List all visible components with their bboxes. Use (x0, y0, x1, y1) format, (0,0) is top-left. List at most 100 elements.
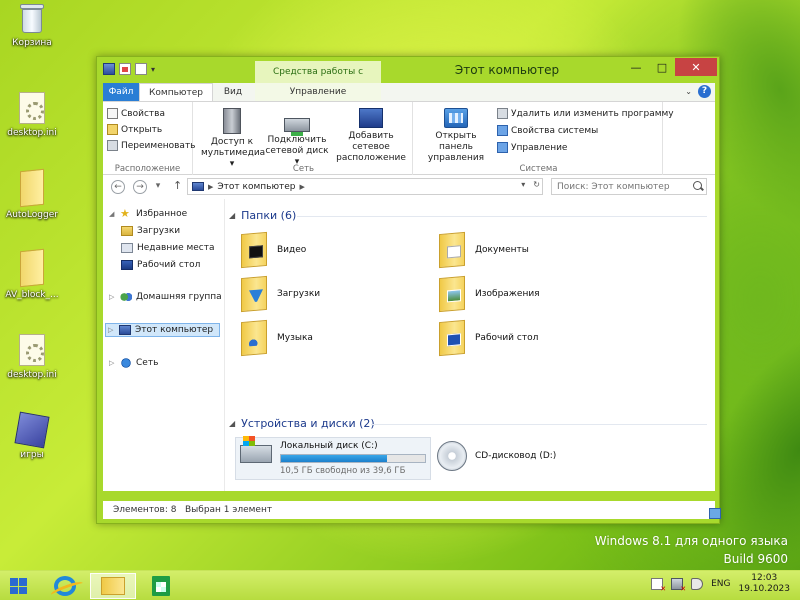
properties-button[interactable]: Свойства (107, 108, 165, 119)
control-panel-label-2: управления (427, 153, 485, 163)
rename-label: Переименовать (121, 140, 196, 151)
search-input[interactable] (551, 178, 707, 195)
network-status-icon[interactable] (671, 578, 686, 593)
clock[interactable]: 12:03 19.10.2023 (738, 573, 790, 595)
expand-chevron-icon[interactable]: ▷ (109, 359, 116, 367)
title-bar[interactable]: ▾ Средства работы с дисками Этот компьют… (97, 57, 719, 99)
minimize-button[interactable]: — (623, 58, 649, 76)
ribbon: Свойства Открыть Переименовать Расположе… (103, 101, 715, 176)
taskbar-store[interactable] (138, 573, 184, 599)
folder-item-pictures[interactable]: Изображения (439, 275, 540, 313)
content-area: ◢ Папки (6) Видео Документы Загрузки Изо… (225, 199, 715, 491)
item-count: Элементов: 8 (113, 505, 177, 515)
desktop-icon-av-block[interactable]: AV_block_... (0, 248, 64, 300)
address-dropdown-chevron-icon[interactable]: ▾ (521, 180, 525, 189)
section-divider (371, 424, 707, 425)
nav-label: Домашняя группа (136, 292, 222, 302)
recent-locations-chevron-icon[interactable]: ▾ (153, 180, 163, 194)
folder-item-video[interactable]: Видео (241, 231, 306, 269)
documents-folder-icon (439, 231, 465, 269)
nav-item-downloads[interactable]: Загрузки (121, 226, 180, 236)
desktop-icon-desktop-ini-2[interactable]: desktop.ini (0, 334, 64, 380)
breadcrumb-separator-icon[interactable]: ▶ (300, 183, 305, 191)
customize-toolbar-chevron-icon[interactable]: ▾ (151, 65, 155, 74)
taskbar-file-explorer[interactable] (90, 573, 136, 599)
desktop-icon-label: AV_block_... (5, 290, 59, 300)
tab-file[interactable]: Файл (103, 83, 139, 101)
expand-chevron-icon[interactable]: ◢ (109, 210, 116, 218)
control-panel-icon (444, 108, 468, 128)
drive-item-d[interactable]: CD-дисковод (D:) (437, 441, 556, 471)
collapse-chevron-icon[interactable]: ◢ (229, 419, 235, 428)
forward-button[interactable]: → (133, 180, 147, 194)
downloads-folder-icon (241, 275, 267, 313)
recycle-bin-icon (19, 4, 45, 34)
windows-drive-icon (240, 436, 272, 463)
search-icon[interactable] (693, 181, 702, 190)
open-button[interactable]: Открыть (107, 124, 162, 135)
breadcrumb-separator-icon[interactable]: ▶ (208, 183, 213, 191)
folder-item-downloads[interactable]: Загрузки (241, 275, 320, 313)
nav-label: Сеть (136, 358, 159, 368)
devices-section-header[interactable]: ◢ Устройства и диски (2) (229, 417, 375, 430)
nav-item-this-pc[interactable]: ▷ Этот компьютер (105, 323, 221, 337)
desktop-icon-games[interactable]: игры (0, 411, 64, 460)
add-network-location-button[interactable]: Добавить сетевое расположение (331, 108, 411, 164)
window-title: Этот компьютер (454, 63, 560, 77)
control-panel-label-1: Открыть панель (435, 131, 477, 152)
nav-item-recent[interactable]: Недавние места (121, 243, 215, 253)
add-location-label-2: расположение (336, 153, 406, 163)
properties-icon[interactable] (119, 63, 131, 75)
desktop-icon-desktop-ini[interactable]: desktop.ini (0, 92, 64, 138)
expand-chevron-icon[interactable]: ▷ (108, 326, 115, 334)
uninstall-program-button[interactable]: Удалить или изменить программу (497, 108, 674, 119)
expand-chevron-icon[interactable]: ▷ (109, 293, 116, 301)
language-indicator[interactable]: ENG (711, 579, 730, 589)
folders-section-header[interactable]: ◢ Папки (6) (229, 209, 296, 222)
help-icon[interactable]: ? (698, 85, 711, 98)
address-bar[interactable]: ▶ Этот компьютер ▶ ▾ ↻ (187, 178, 543, 195)
nav-label: Избранное (136, 209, 188, 219)
window-menu-icon[interactable] (103, 63, 115, 75)
desktop-icon-autologger[interactable]: AutoLogger (0, 168, 64, 220)
start-button[interactable] (10, 578, 28, 594)
taskbar-internet-explorer[interactable] (42, 573, 88, 599)
nav-item-desktop[interactable]: Рабочий стол (121, 260, 200, 270)
manage-button[interactable]: Управление (497, 142, 567, 153)
action-center-icon[interactable] (651, 578, 666, 593)
computer-management-icon (497, 142, 508, 153)
nav-item-favorites[interactable]: ◢ ★ Избранное (109, 208, 188, 219)
control-panel-button[interactable]: Открыть панель управления (419, 108, 493, 164)
map-network-drive-button[interactable]: Подключить сетевой диск ▾ (265, 108, 329, 168)
desktop-icon (121, 260, 133, 270)
network-icon (120, 358, 132, 368)
new-folder-icon[interactable] (135, 63, 147, 75)
volume-icon[interactable] (691, 578, 704, 590)
taskbar: ENG 12:03 19.10.2023 (0, 570, 800, 600)
system-properties-button[interactable]: Свойства системы (497, 125, 598, 136)
folder-item-music[interactable]: Музыка (241, 319, 313, 357)
tab-view[interactable]: Вид (213, 83, 253, 101)
nav-item-homegroup[interactable]: ▷ Домашняя группа (109, 292, 222, 302)
nav-item-network[interactable]: ▷ Сеть (109, 358, 158, 368)
ribbon-group-location: Свойства Открыть Переименовать Расположе… (103, 102, 196, 176)
expand-ribbon-chevron-icon[interactable]: ⌄ (685, 87, 692, 96)
up-button[interactable]: ↑ (173, 179, 182, 192)
breadcrumb-this-pc[interactable]: Этот компьютер (217, 182, 295, 192)
collapse-chevron-icon[interactable]: ◢ (229, 211, 235, 220)
large-icons-view-icon[interactable] (709, 508, 721, 519)
refresh-icon[interactable]: ↻ (533, 180, 540, 189)
folder-item-documents[interactable]: Документы (439, 231, 529, 269)
maximize-button[interactable]: □ (649, 58, 675, 76)
ribbon-group-system: Открыть панель управления Удалить или из… (415, 102, 674, 176)
drive-item-c[interactable]: Локальный диск (C:) 10,5 ГБ свободно из … (235, 436, 431, 480)
desktop-icon-label: Корзина (12, 38, 52, 48)
close-button[interactable]: ✕ (675, 58, 717, 76)
tab-manage[interactable]: Управление (255, 83, 381, 101)
rename-button[interactable]: Переименовать (107, 140, 196, 151)
folder-item-desktop[interactable]: Рабочий стол (439, 319, 538, 357)
media-access-button[interactable]: Доступ к мультимедиа ▾ (201, 108, 265, 170)
desktop-icon-recycle-bin[interactable]: Корзина (0, 4, 64, 48)
back-button[interactable]: ← (111, 180, 125, 194)
tab-computer[interactable]: Компьютер (139, 83, 213, 102)
